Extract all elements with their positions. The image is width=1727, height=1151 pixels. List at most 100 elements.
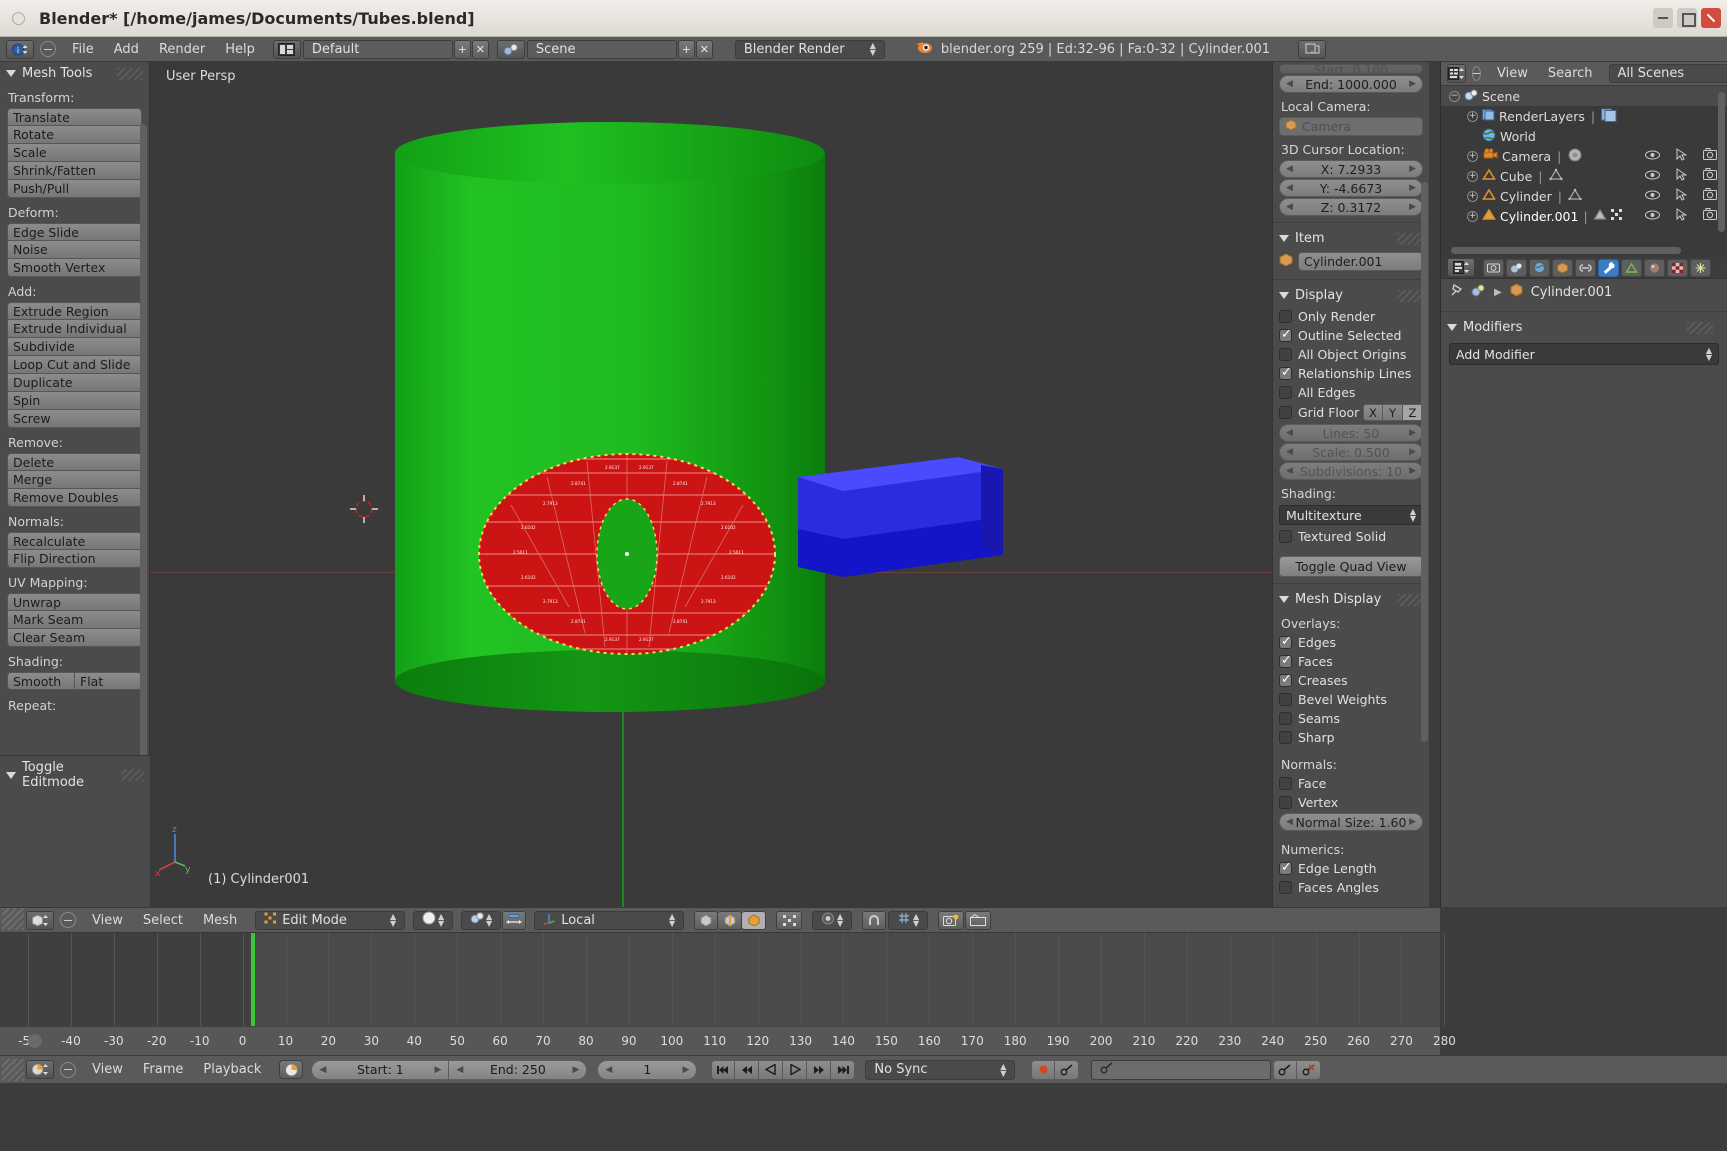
viewport-menu-select[interactable]: Select bbox=[133, 911, 193, 930]
npanel-scrollbar[interactable] bbox=[1421, 182, 1428, 742]
clip-end-field[interactable]: ◀ End: 1000.000 ▶ bbox=[1279, 75, 1423, 93]
eye-icon[interactable] bbox=[1645, 168, 1660, 184]
outliner-scrollbar[interactable] bbox=[1718, 92, 1725, 232]
vertex-select-mode-button[interactable] bbox=[694, 911, 718, 930]
new-screen-button[interactable]: + bbox=[454, 40, 471, 59]
area-grip-icon[interactable] bbox=[2, 908, 24, 930]
checkbox-textured-solid[interactable]: Textured Solid bbox=[1273, 527, 1429, 546]
checkbox-edges[interactable]: Edges bbox=[1273, 633, 1429, 652]
cursor-arrow-icon[interactable] bbox=[1676, 188, 1687, 204]
tab-texture-icon[interactable] bbox=[1667, 259, 1688, 277]
screw-button[interactable]: Screw bbox=[7, 410, 142, 428]
tab-material-icon[interactable] bbox=[1644, 259, 1665, 277]
timeline-menu-view[interactable]: View bbox=[82, 1060, 133, 1079]
jump-to-end-button[interactable] bbox=[831, 1060, 855, 1080]
auto-keyframe-button[interactable] bbox=[1031, 1060, 1055, 1080]
expand-icon[interactable]: + bbox=[1467, 171, 1478, 182]
eye-icon[interactable] bbox=[1645, 208, 1660, 224]
item-name-field[interactable]: Cylinder.001 bbox=[1298, 252, 1423, 271]
checkbox-only-render[interactable]: Only Render bbox=[1273, 307, 1429, 326]
edge-select-mode-button[interactable] bbox=[718, 911, 742, 930]
opengl-render-image-button[interactable] bbox=[938, 911, 964, 930]
subdivide-button[interactable]: Subdivide bbox=[7, 338, 142, 356]
merge-button[interactable]: Merge bbox=[7, 471, 142, 489]
outliner-scope-dropdown[interactable]: All Scenes ▲▼ bbox=[1609, 64, 1727, 83]
duplicate-button[interactable]: Duplicate bbox=[7, 374, 142, 392]
cursor-arrow-icon[interactable] bbox=[1676, 208, 1687, 224]
editmode-vertices-icon[interactable] bbox=[1610, 208, 1623, 224]
display-panel-header[interactable]: Display bbox=[1273, 284, 1429, 307]
item-panel-header[interactable]: Item bbox=[1273, 227, 1429, 250]
add-modifier-dropdown[interactable]: Add Modifier ▲▼ bbox=[1449, 343, 1719, 365]
start-frame-field[interactable]: ◀ Start: 1 ▶ bbox=[311, 1060, 449, 1080]
checkbox-sharp[interactable]: Sharp bbox=[1273, 728, 1429, 747]
outliner-hscrollbar[interactable] bbox=[1451, 247, 1681, 254]
grid-axis-x-toggle[interactable]: X bbox=[1363, 404, 1383, 421]
transform-orientation-dropdown[interactable]: Local ▲▼ bbox=[534, 911, 684, 930]
timeline-view-knob[interactable] bbox=[28, 1034, 42, 1048]
manipulator-toggle-button[interactable] bbox=[502, 911, 526, 930]
tab-constraints-icon[interactable] bbox=[1575, 259, 1596, 277]
grid-scale-field[interactable]: ◀ Scale: 0.500 ▶ bbox=[1279, 443, 1423, 461]
tab-object-icon[interactable] bbox=[1552, 259, 1573, 277]
report-icon[interactable] bbox=[1298, 40, 1326, 59]
interaction-mode-dropdown[interactable]: Edit Mode ▲▼ bbox=[255, 911, 405, 930]
checkbox-faces-angles[interactable]: Faces Angles bbox=[1273, 878, 1429, 897]
extrude-individual-button[interactable]: Extrude Individual bbox=[7, 320, 142, 338]
scene-datablock-icon[interactable] bbox=[497, 40, 525, 59]
outliner-row-cylinder-001[interactable]: + Cylinder.001 | bbox=[1441, 206, 1727, 226]
editor-type-timeline-icon[interactable] bbox=[26, 1060, 54, 1079]
editor-type-outliner-icon[interactable] bbox=[1447, 64, 1466, 83]
recalculate-button[interactable]: Recalculate bbox=[7, 532, 142, 550]
collapse-menus-button[interactable] bbox=[40, 41, 56, 57]
delete-screen-button[interactable]: ✕ bbox=[472, 40, 489, 59]
delete-scene-button[interactable]: ✕ bbox=[696, 40, 713, 59]
checkbox-relationship-lines[interactable]: Relationship Lines bbox=[1273, 364, 1429, 383]
editor-type-properties-icon[interactable] bbox=[1447, 258, 1475, 277]
checkbox-all-object-origins[interactable]: All Object Origins bbox=[1273, 345, 1429, 364]
end-frame-field[interactable]: ◀ End: 250 ▶ bbox=[449, 1060, 587, 1080]
delete-button[interactable]: Delete bbox=[7, 453, 142, 471]
modifiers-panel-header[interactable]: Modifiers bbox=[1441, 316, 1727, 339]
menu-render[interactable]: Render bbox=[149, 40, 215, 59]
snap-magnet-button[interactable] bbox=[862, 911, 886, 930]
next-keyframe-button[interactable] bbox=[807, 1060, 831, 1080]
clip-start-field[interactable]: Start: 0.100 bbox=[1279, 64, 1423, 74]
snap-target-dropdown[interactable]: ▲▼ bbox=[888, 911, 928, 930]
grid-axis-y-toggle[interactable]: Y bbox=[1383, 404, 1403, 421]
collapse-menus-button[interactable] bbox=[1472, 66, 1481, 81]
sync-mode-dropdown[interactable]: No Sync ▲▼ bbox=[865, 1060, 1015, 1080]
close-button[interactable] bbox=[1701, 8, 1721, 28]
area-grip-icon[interactable] bbox=[2, 1059, 24, 1081]
current-frame-field[interactable]: ◀ 1 ▶ bbox=[597, 1060, 697, 1080]
timeline-ruler[interactable]: -50-40-30-20-100102030405060708090100110… bbox=[0, 1026, 1440, 1055]
grid-floor-row[interactable]: Grid Floor X Y Z bbox=[1273, 402, 1429, 423]
play-button[interactable] bbox=[783, 1060, 807, 1080]
camera-data-icon[interactable] bbox=[1567, 148, 1583, 165]
timeline-canvas[interactable] bbox=[0, 933, 1440, 1026]
proportional-edit-dropdown[interactable]: ▲▼ bbox=[812, 911, 852, 930]
grid-lines-field[interactable]: ◀ Lines: 50 ▶ bbox=[1279, 424, 1423, 442]
screen-layout-icon[interactable] bbox=[273, 40, 301, 59]
checkbox-normals-face[interactable]: Face bbox=[1273, 774, 1429, 793]
outliner-menu-view[interactable]: View bbox=[1487, 64, 1538, 83]
timeline-menu-frame[interactable]: Frame bbox=[133, 1060, 194, 1079]
checkbox-creases[interactable]: Creases bbox=[1273, 671, 1429, 690]
menu-add[interactable]: Add bbox=[104, 40, 149, 59]
minimize-button[interactable] bbox=[1653, 8, 1673, 28]
extrude-region-button[interactable]: Extrude Region bbox=[7, 302, 142, 320]
tab-world-icon[interactable] bbox=[1529, 259, 1550, 277]
checkbox-faces[interactable]: Faces bbox=[1273, 652, 1429, 671]
scene-dropdown[interactable]: Scene bbox=[527, 40, 677, 59]
smooth-vertex-button[interactable]: Smooth Vertex bbox=[7, 259, 142, 277]
noise-button[interactable]: Noise bbox=[7, 241, 142, 259]
collapse-icon[interactable]: − bbox=[1449, 91, 1460, 102]
grid-subdivisions-field[interactable]: ◀ Subdivisions: 10 ▶ bbox=[1279, 462, 1423, 480]
maximize-button[interactable] bbox=[1677, 8, 1697, 28]
checkbox-seams[interactable]: Seams bbox=[1273, 709, 1429, 728]
playhead[interactable] bbox=[251, 933, 255, 1026]
cursor-y-field[interactable]: ◀ Y: -4.6673 ▶ bbox=[1279, 179, 1423, 197]
clear-seam-button[interactable]: Clear Seam bbox=[7, 629, 142, 647]
toggle-quad-view-button[interactable]: Toggle Quad View bbox=[1279, 556, 1423, 577]
toolshelf-scrollbar[interactable] bbox=[140, 124, 147, 784]
